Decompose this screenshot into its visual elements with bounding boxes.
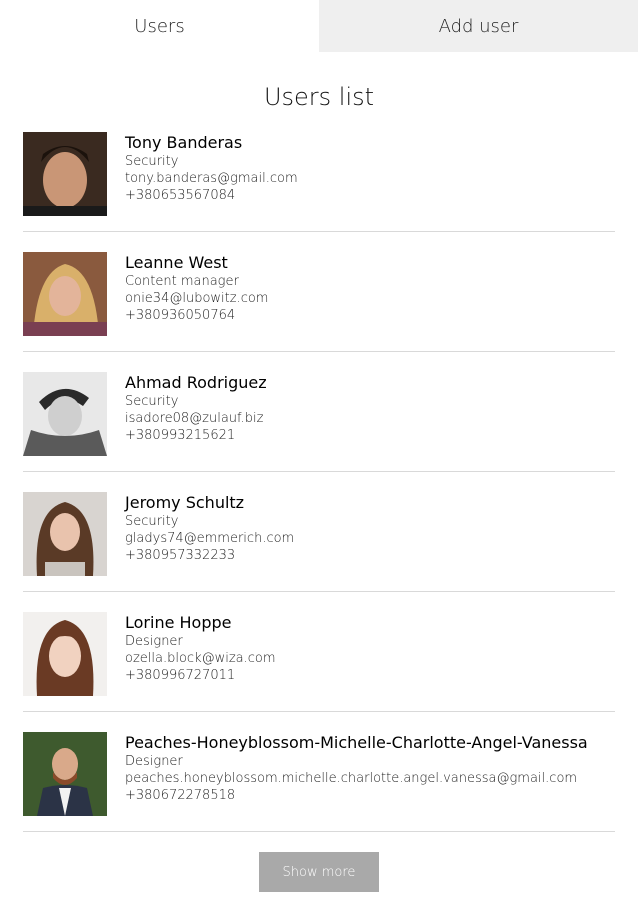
- user-position: Content manager: [125, 274, 239, 289]
- user-phone: +380996727011: [125, 668, 236, 683]
- user-name: Leanne West: [125, 253, 228, 272]
- user-phone: +380936050764: [125, 308, 236, 323]
- list-item: Ahmad Rodriguez Security isadore08@zulau…: [23, 372, 615, 472]
- show-more-container: Show more: [0, 852, 638, 892]
- user-position: Security: [125, 394, 179, 409]
- user-email: gladys74@emmerich.com: [125, 531, 295, 546]
- user-email: peaches.honeyblossom.michelle.charlotte.…: [125, 771, 578, 786]
- user-position: Designer: [125, 634, 183, 649]
- user-email: tony.banderas@gmail.com: [125, 171, 298, 186]
- user-name: Peaches-Honeyblossom-Michelle-Charlotte-…: [125, 733, 588, 752]
- list-item: Peaches-Honeyblossom-Michelle-Charlotte-…: [23, 732, 615, 832]
- user-position: Security: [125, 154, 179, 169]
- user-position: Designer: [125, 754, 183, 769]
- users-list: Tony Banderas Security tony.banderas@gma…: [23, 132, 615, 832]
- user-position: Security: [125, 514, 179, 529]
- user-phone: +380672278518: [125, 788, 236, 803]
- user-phone: +380653567084: [125, 188, 236, 203]
- user-phone: +380993215621: [125, 428, 236, 443]
- page-title: Users list: [263, 83, 375, 111]
- user-phone: +380957332233: [125, 548, 236, 563]
- user-email: isadore08@zulauf.biz: [125, 411, 264, 426]
- avatar: [23, 372, 107, 456]
- list-item: Jeromy Schultz Security gladys74@emmeric…: [23, 492, 615, 592]
- avatar: [23, 252, 107, 336]
- avatar: [23, 492, 107, 576]
- user-name: Tony Banderas: [125, 133, 243, 152]
- list-item: Lorine Hoppe Designer ozella.block@wiza.…: [23, 612, 615, 712]
- tab-bar: Users Add user: [0, 0, 638, 52]
- list-item: Leanne West Content manager onie34@lubow…: [23, 252, 615, 352]
- avatar: [23, 732, 107, 816]
- list-item: Tony Banderas Security tony.banderas@gma…: [23, 132, 615, 232]
- user-email: onie34@lubowitz.com: [125, 291, 269, 306]
- tab-add-user[interactable]: Add user: [319, 0, 638, 52]
- user-name: Ahmad Rodriguez: [125, 373, 267, 392]
- avatar: [23, 132, 107, 216]
- user-name: Lorine Hoppe: [125, 613, 232, 632]
- avatar: [23, 612, 107, 696]
- user-name: Jeromy Schultz: [125, 493, 245, 512]
- tab-users[interactable]: Users: [0, 0, 319, 52]
- user-email: ozella.block@wiza.com: [125, 651, 276, 666]
- show-more-button[interactable]: Show more: [259, 852, 379, 892]
